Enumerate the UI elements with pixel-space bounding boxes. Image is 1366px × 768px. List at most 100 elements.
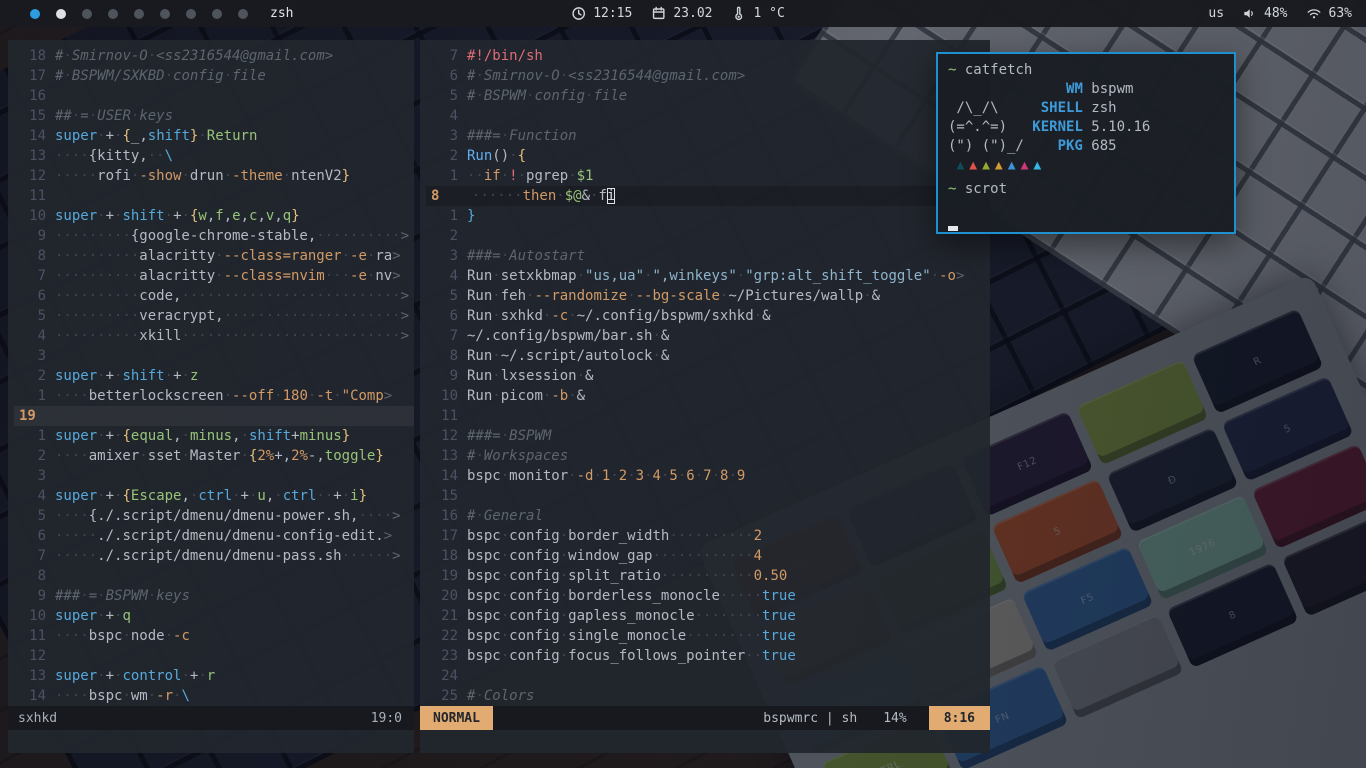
- terminal-line: 22bspc·config·single_monocle·········tru…: [426, 626, 990, 646]
- line-number: 10: [14, 206, 55, 226]
- editor-current-line: 8······then·$@&·fi: [426, 186, 990, 206]
- workspace-dot-6[interactable]: [160, 9, 170, 19]
- terminal-line: 2····amixer·sset·Master·{2%+,2%-,toggle}: [14, 446, 414, 466]
- keyboard-layout-indicator[interactable]: us: [1208, 6, 1224, 21]
- thermometer-icon: [731, 6, 746, 21]
- line-number: 13: [426, 446, 467, 466]
- line-number: 5: [426, 86, 467, 106]
- terminal-line: /\_/\ SHELL zsh: [948, 99, 1224, 118]
- terminal-line: ~ catfetch: [948, 61, 1224, 80]
- line-number: 11: [426, 406, 467, 426]
- workspace-dot-3[interactable]: [82, 9, 92, 19]
- terminal-line: 13#·Workspaces: [426, 446, 990, 466]
- line-number: 6: [426, 66, 467, 86]
- line-number: 8: [14, 246, 55, 266]
- workspace-dot-7[interactable]: [186, 9, 196, 19]
- statusline-filetype: sh: [842, 711, 858, 726]
- line-number: 8: [14, 566, 55, 586]
- terminal-line: 2: [426, 226, 990, 246]
- workspace-dot-2[interactable]: [56, 9, 66, 19]
- line-number: 2: [426, 226, 467, 246]
- workspace-indicators: [30, 9, 248, 19]
- line-number: 1: [426, 206, 467, 226]
- volume-widget[interactable]: 48%: [1242, 6, 1287, 21]
- left-editor-window[interactable]: 18#·Smirnov-O·<ss2316544@gmail.com>17#·B…: [8, 40, 414, 753]
- line-number: 13: [14, 146, 55, 166]
- editor-current-line: 19: [14, 406, 414, 426]
- line-number: 18: [426, 546, 467, 566]
- line-number: 2: [426, 146, 467, 166]
- terminal-line: 10super·+·shift·+·{w,f,e,c,v,q}: [14, 206, 414, 226]
- line-number: 17: [14, 66, 55, 86]
- terminal-line: 23bspc·config·focus_follows_pointer··tru…: [426, 646, 990, 666]
- terminal-line: 18bspc·config·window_gap············4: [426, 546, 990, 566]
- line-number: 16: [426, 506, 467, 526]
- line-number: 7: [14, 546, 55, 566]
- speaker-icon: [1242, 6, 1257, 21]
- focused-window-title: zsh: [270, 6, 293, 21]
- terminal-line: 16#·General: [426, 506, 990, 526]
- floating-terminal-window[interactable]: ~ catfetch WM bspwm /\_/\ SHELL zsh(=^.^…: [936, 52, 1236, 234]
- vim-cursor: i: [607, 188, 615, 204]
- statusline-file-text: bspwmrc: [763, 711, 818, 726]
- terminal-line: 1····betterlockscreen·--off·180·-t·"Comp…: [14, 386, 414, 406]
- line-number: 14: [14, 686, 55, 706]
- terminal-line: (") (")_/ PKG 685: [948, 137, 1224, 156]
- terminal-line: 17bspc·config·border_width··········2: [426, 526, 990, 546]
- terminal-line: 1super·+·{equal,·minus,·shift+minus}: [14, 426, 414, 446]
- terminal-line: 19bspc·config·split_ratio···········0.50: [426, 566, 990, 586]
- date-text: 23.02: [673, 6, 712, 21]
- workspace-dot-1[interactable]: [30, 9, 40, 19]
- line-number: 13: [14, 666, 55, 686]
- wifi-text: 63%: [1329, 6, 1352, 21]
- terminal-line: 18#·Smirnov-O·<ss2316544@gmail.com>: [14, 46, 414, 66]
- line-number: 7: [426, 46, 467, 66]
- workspace-dot-5[interactable]: [134, 9, 144, 19]
- terminal-line: 8··········alacritty·--class=ranger·-e·r…: [14, 246, 414, 266]
- line-number: 4: [14, 326, 55, 346]
- terminal-line: 15: [426, 486, 990, 506]
- right-editor-window[interactable]: 7#!/bin/sh6#·Smirnov-O·<ss2316544@gmail.…: [420, 40, 990, 753]
- line-number: 14: [426, 466, 467, 486]
- terminal-line: 4··········xkill························…: [14, 326, 414, 346]
- line-number: 8: [426, 346, 467, 366]
- line-number: 10: [426, 386, 467, 406]
- statusline-separator: |: [826, 711, 834, 726]
- terminal-line: 12: [14, 646, 414, 666]
- wifi-widget[interactable]: 63%: [1306, 6, 1352, 21]
- line-number: 5: [426, 286, 467, 306]
- line-number: 19: [426, 566, 467, 586]
- line-number: 5: [14, 306, 55, 326]
- terminal-line: 10super·+·q: [14, 606, 414, 626]
- topbar-center-widgets: 12:15 23.02 1 °C: [571, 0, 795, 27]
- line-number: 11: [14, 186, 55, 206]
- terminal-line: 9Run·lxsession·&: [426, 366, 990, 386]
- distro-color-triangle-icon: ▲: [956, 158, 964, 173]
- line-number: 2: [14, 446, 55, 466]
- workspace-dot-8[interactable]: [212, 9, 222, 19]
- right-editor-text-area[interactable]: 7#!/bin/sh6#·Smirnov-O·<ss2316544@gmail.…: [420, 40, 990, 706]
- distro-color-triangle-icon: ▲: [1008, 158, 1016, 173]
- terminal-line: 15##·=·USER·keys: [14, 106, 414, 126]
- distro-color-triangle-icon: ▲: [1033, 158, 1041, 173]
- terminal-line: 9###·=·BSPWM·keys: [14, 586, 414, 606]
- terminal-line: [948, 199, 1224, 218]
- workspace-dot-4[interactable]: [108, 9, 118, 19]
- line-number: 4: [426, 106, 467, 126]
- terminal-line: 2super·+·shift·+·z: [14, 366, 414, 386]
- line-number: 7: [426, 326, 467, 346]
- line-number: 17: [426, 526, 467, 546]
- terminal-line: 7#!/bin/sh: [426, 46, 990, 66]
- terminal-line: 7··········alacritty·--class=nvim···-e·n…: [14, 266, 414, 286]
- terminal-line: 14bspc·monitor·-d·1·2·3·4·5·6·7·8·9: [426, 466, 990, 486]
- line-number: 1: [14, 426, 55, 446]
- line-number: 24: [426, 666, 467, 686]
- line-number: 3: [14, 466, 55, 486]
- wifi-icon: [1306, 6, 1322, 21]
- terminal-line: [948, 218, 1224, 237]
- workspace-dot-9[interactable]: [238, 9, 248, 19]
- floating-terminal-text-area[interactable]: ~ catfetch WM bspwm /\_/\ SHELL zsh(=^.^…: [948, 61, 1224, 237]
- left-editor-text-area[interactable]: 18#·Smirnov-O·<ss2316544@gmail.com>17#·B…: [8, 40, 414, 706]
- clock-text: 12:15: [593, 6, 632, 21]
- terminal-line: 1··if·!·pgrep·$1: [426, 166, 990, 186]
